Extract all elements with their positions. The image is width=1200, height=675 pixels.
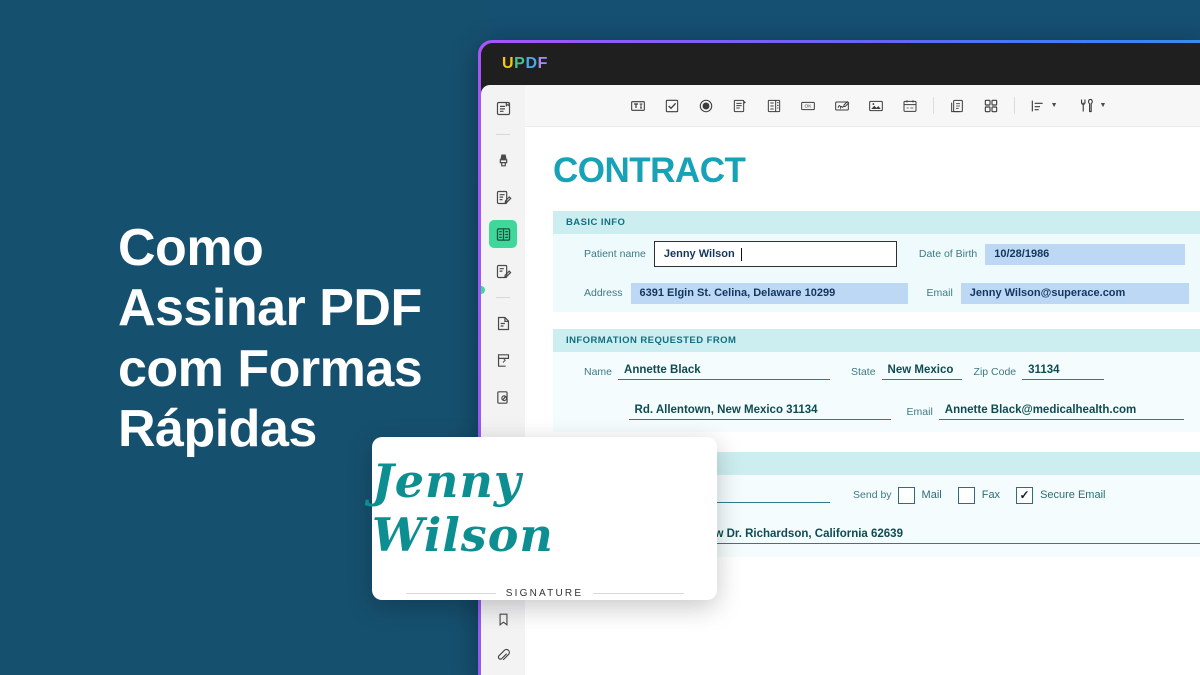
chevron-down-icon[interactable]: ▼ xyxy=(1100,102,1107,109)
date-field-icon[interactable] xyxy=(899,95,921,117)
address-input[interactable]: 6391 Elgin St. Celina, Delaware 10299 xyxy=(630,282,908,304)
rail-divider-1 xyxy=(496,134,510,135)
signature-caption-row: SIGNATURE xyxy=(405,588,684,599)
promo-line-2: Assinar PDF xyxy=(118,279,422,338)
signature-caption: SIGNATURE xyxy=(505,588,584,599)
zip-code-label: Zip Code xyxy=(973,366,1017,378)
patient-name-label: Patient name xyxy=(584,248,646,260)
tab-order-icon[interactable] xyxy=(980,95,1002,117)
svg-text:OK: OK xyxy=(804,103,812,109)
push-button-field-icon[interactable]: OK xyxy=(797,95,819,117)
sidebar-item-organize-pages[interactable] xyxy=(489,309,517,337)
requested-email-label: Email xyxy=(906,406,933,418)
requested-from-block: Name Annette Black State New Mexico Zip … xyxy=(553,352,1200,432)
signature-rule-right xyxy=(593,593,684,594)
toolbar-divider-2 xyxy=(1013,97,1015,114)
date-of-birth-label: Date of Birth xyxy=(918,248,978,260)
patient-name-value: Jenny Wilson xyxy=(663,248,735,260)
document-title: CONTRACT xyxy=(553,151,746,190)
requested-address-input[interactable]: Rd. Allentown, New Mexico 31134 xyxy=(628,404,891,420)
logo-letter-d: D xyxy=(525,55,538,72)
active-tool-indicator-dot xyxy=(481,286,485,294)
radio-button-field-icon[interactable] xyxy=(695,95,717,117)
state-label: State xyxy=(851,366,876,378)
section-header-basic-info: BASIC INFO xyxy=(553,211,1200,234)
basic-info-row-1: Patient name Jenny Wilson Date of Birth … xyxy=(553,234,1200,274)
chevron-down-icon[interactable]: ▼ xyxy=(1051,102,1058,109)
combo-box-field-icon[interactable] xyxy=(729,95,751,117)
requested-email-input[interactable]: Annette Black@medicalhealth.com xyxy=(938,404,1184,420)
align-menu[interactable]: ▼ xyxy=(1027,95,1058,117)
checkbox-field-icon[interactable] xyxy=(661,95,683,117)
requested-from-row-2: Address Rd. Allentown, New Mexico 31134 … xyxy=(553,392,1200,432)
basic-info-row-2: Address 6391 Elgin St. Celina, Delaware … xyxy=(553,274,1200,312)
requested-from-row-1: Name Annette Black State New Mexico Zip … xyxy=(553,352,1200,392)
list-box-field-icon[interactable] xyxy=(763,95,785,117)
rail-divider-2 xyxy=(496,297,510,298)
text-field-icon[interactable] xyxy=(627,95,649,117)
requested-name-input[interactable]: Annette Black xyxy=(618,364,831,380)
signature-preview-card[interactable]: Jenny Wilson SIGNATURE xyxy=(372,437,717,600)
logo-letter-p: P xyxy=(514,55,526,72)
email-input[interactable]: Jenny Wilson@superace.com xyxy=(960,282,1189,304)
image-field-icon[interactable] xyxy=(865,95,887,117)
text-cursor xyxy=(740,247,743,261)
signature-field-icon[interactable] xyxy=(831,95,853,117)
bookmark-icon[interactable] xyxy=(489,605,517,633)
signature-rule-left xyxy=(405,593,496,594)
state-input[interactable]: New Mexico xyxy=(881,364,962,380)
signature-name: Jenny Wilson xyxy=(372,454,554,562)
checkbox-mail-label: Mail xyxy=(921,489,942,501)
checkbox-mail[interactable] xyxy=(897,486,915,504)
sidebar-item-comment[interactable] xyxy=(489,146,517,174)
promo-line-1: Como xyxy=(118,219,264,277)
form-toolbar: OK ▼ ▼ xyxy=(525,85,1200,127)
logo-letter-u: U xyxy=(502,55,515,72)
promo-line-3: com Formas xyxy=(118,339,423,398)
title-bar: UPDF xyxy=(481,43,1200,85)
basic-info-block: Patient name Jenny Wilson Date of Birth … xyxy=(553,234,1200,312)
checkbox-fax-label: Fax xyxy=(981,489,1001,501)
section-header-information-requested-from: INFORMATION REQUESTED FROM xyxy=(553,329,1200,352)
logo-letter-f: F xyxy=(537,55,548,72)
email-label: Email xyxy=(926,287,953,299)
sidebar-item-protect[interactable] xyxy=(489,383,517,411)
sidebar-item-convert-pdf[interactable] xyxy=(489,346,517,374)
checkbox-secure-email-label: Secure Email xyxy=(1040,489,1106,501)
sidebar-item-sign[interactable] xyxy=(489,257,517,285)
sidebar-item-reader[interactable] xyxy=(489,94,517,122)
sidebar-item-edit-pdf[interactable] xyxy=(489,183,517,211)
send-by-label: Send by xyxy=(853,489,892,501)
toolbar-divider-1 xyxy=(932,97,934,114)
date-of-birth-input[interactable]: 10/28/1986 xyxy=(985,243,1186,265)
page-title: Como Assinar PDF com Formas Rápidas xyxy=(118,218,498,459)
sidebar-item-prepare-form[interactable] xyxy=(489,220,517,248)
address-label: Address xyxy=(584,287,623,299)
copy-field-icon[interactable] xyxy=(946,95,968,117)
align-icon[interactable] xyxy=(1027,95,1049,117)
requested-name-label: Name xyxy=(584,366,613,378)
checkbox-secure-email[interactable]: ✓ xyxy=(1016,486,1034,504)
checkbox-fax[interactable] xyxy=(957,486,975,504)
form-tools-menu[interactable]: ▼ xyxy=(1076,95,1107,117)
patient-name-input[interactable]: Jenny Wilson xyxy=(653,241,897,267)
updf-logo: UPDF xyxy=(502,55,548,73)
form-tools-icon[interactable] xyxy=(1076,95,1098,117)
zip-code-input[interactable]: 31134 xyxy=(1022,364,1105,380)
attachment-icon[interactable] xyxy=(489,642,517,670)
